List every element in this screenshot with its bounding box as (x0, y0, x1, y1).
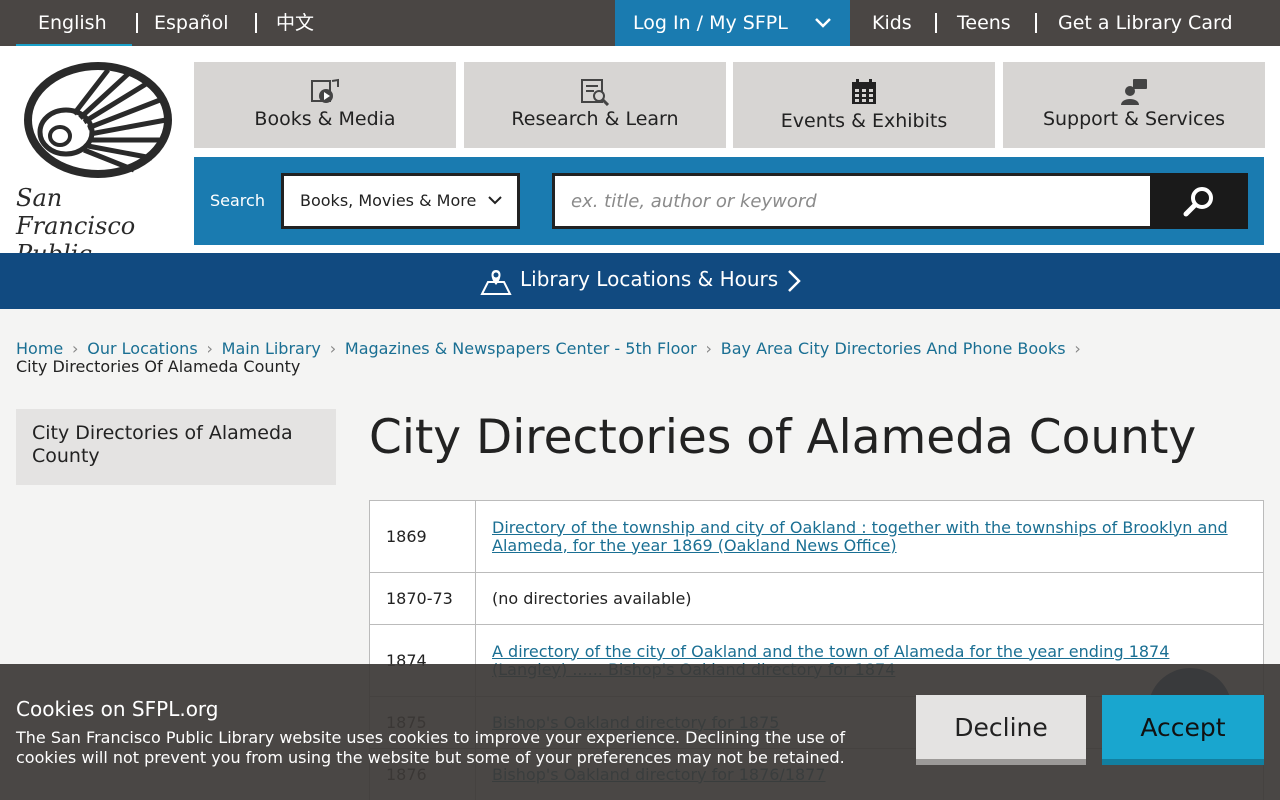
nav-books-media[interactable]: Books & Media (194, 62, 456, 148)
chevron-right-icon: › (705, 339, 712, 358)
nav-support-services[interactable]: Support & Services (1003, 62, 1265, 148)
search-scope-value: Books, Movies & More (300, 191, 477, 210)
cookie-banner: Cookies on SFPL.org The San Francisco Pu… (0, 664, 1280, 800)
directory-cell: Directory of the township and city of Oa… (475, 500, 1264, 573)
breadcrumb-home[interactable]: Home (16, 339, 63, 358)
decline-button[interactable]: Decline (916, 695, 1086, 765)
teens-link[interactable]: Teens (957, 0, 1011, 46)
search-input[interactable] (552, 173, 1152, 229)
login-label: Log In / My SFPL (633, 12, 788, 34)
chevron-right-icon: › (206, 339, 213, 358)
nav-research-learn[interactable]: Research & Learn (464, 62, 726, 148)
chevron-right-icon: › (72, 339, 79, 358)
table-row: 1869 Directory of the township and city o… (369, 500, 1264, 573)
sidebar-item-city-directories[interactable]: City Directories of Alameda County (16, 409, 336, 485)
nav-events-exhibits[interactable]: Events & Exhibits (733, 62, 995, 148)
breadcrumb-current: City Directories Of Alameda County (16, 357, 301, 376)
logo-line-1: San Francisco (16, 184, 136, 240)
accept-button[interactable]: Accept (1102, 695, 1264, 765)
chevron-right-icon: › (329, 339, 337, 358)
search-submit-button[interactable] (1150, 173, 1248, 229)
table-row: 1870-73 (no directories available) (369, 572, 1264, 625)
search-scope-select[interactable]: Books, Movies & More (281, 173, 520, 229)
login-my-sfpl-button[interactable]: Log In / My SFPL (615, 0, 850, 46)
search-icon (1183, 187, 1213, 217)
language-chinese-link[interactable]: 中文 (276, 0, 314, 46)
sfpl-logo[interactable]: San Francisco Public Library (16, 62, 182, 296)
calendar-icon (852, 79, 876, 104)
divider (935, 13, 937, 33)
directory-cell: (no directories available) (475, 572, 1264, 625)
library-locations-hours-link[interactable]: Library Locations & Hours (0, 253, 1280, 309)
library-card-link[interactable]: Get a Library Card (1058, 0, 1233, 46)
support-person-icon (1121, 79, 1147, 105)
cookie-text: The San Francisco Public Library website… (16, 728, 846, 767)
map-pin-icon (480, 270, 512, 295)
directory-year: 1870-73 (369, 572, 476, 625)
kids-link[interactable]: Kids (872, 0, 912, 46)
media-icon (311, 78, 339, 103)
nautilus-shell-icon (24, 62, 172, 178)
directory-note: (no directories available) (492, 588, 692, 608)
nav-label: Events & Exhibits (780, 110, 948, 132)
search-bar: Search Books, Movies & More (194, 157, 1264, 245)
directory-year: 1869 (369, 500, 476, 573)
nav-label: Research & Learn (511, 108, 679, 130)
breadcrumb-magazines-newspapers[interactable]: Magazines & Newspapers Center - 5th Floo… (345, 339, 697, 358)
breadcrumb: Home › Our Locations › Main Library › Magazine… (16, 340, 1266, 376)
divider (136, 13, 138, 33)
breadcrumb-our-locations[interactable]: Our Locations (87, 339, 197, 358)
locations-label: Library Locations & Hours (520, 267, 779, 291)
chevron-right-icon: › (1074, 339, 1081, 358)
divider (255, 13, 257, 33)
divider (1035, 13, 1037, 33)
chevron-down-icon (815, 18, 831, 28)
nav-label: Books & Media (254, 108, 396, 130)
directory-link[interactable]: Directory of the township and city of Oa… (492, 518, 1228, 555)
language-english-link[interactable]: English (38, 0, 107, 46)
breadcrumb-bay-area-directories[interactable]: Bay Area City Directories And Phone Book… (721, 339, 1066, 358)
chevron-down-icon (488, 196, 502, 205)
research-icon (581, 79, 610, 106)
language-espanol-link[interactable]: Español (154, 0, 229, 46)
site-header: San Francisco Public Library Books & Med… (0, 46, 1280, 296)
page-title: City Directories of Alameda County (369, 410, 1197, 465)
sidebar-item-label: City Directories of Alameda County (32, 422, 293, 467)
nav-label: Support & Services (1042, 108, 1226, 130)
chevron-right-icon (788, 270, 801, 292)
cookie-title: Cookies on SFPL.org (16, 697, 219, 721)
top-utility-bar: English Español 中文 Log In / My SFPL Kids… (0, 0, 1280, 50)
search-label: Search (210, 191, 265, 210)
breadcrumb-main-library[interactable]: Main Library (222, 339, 321, 358)
